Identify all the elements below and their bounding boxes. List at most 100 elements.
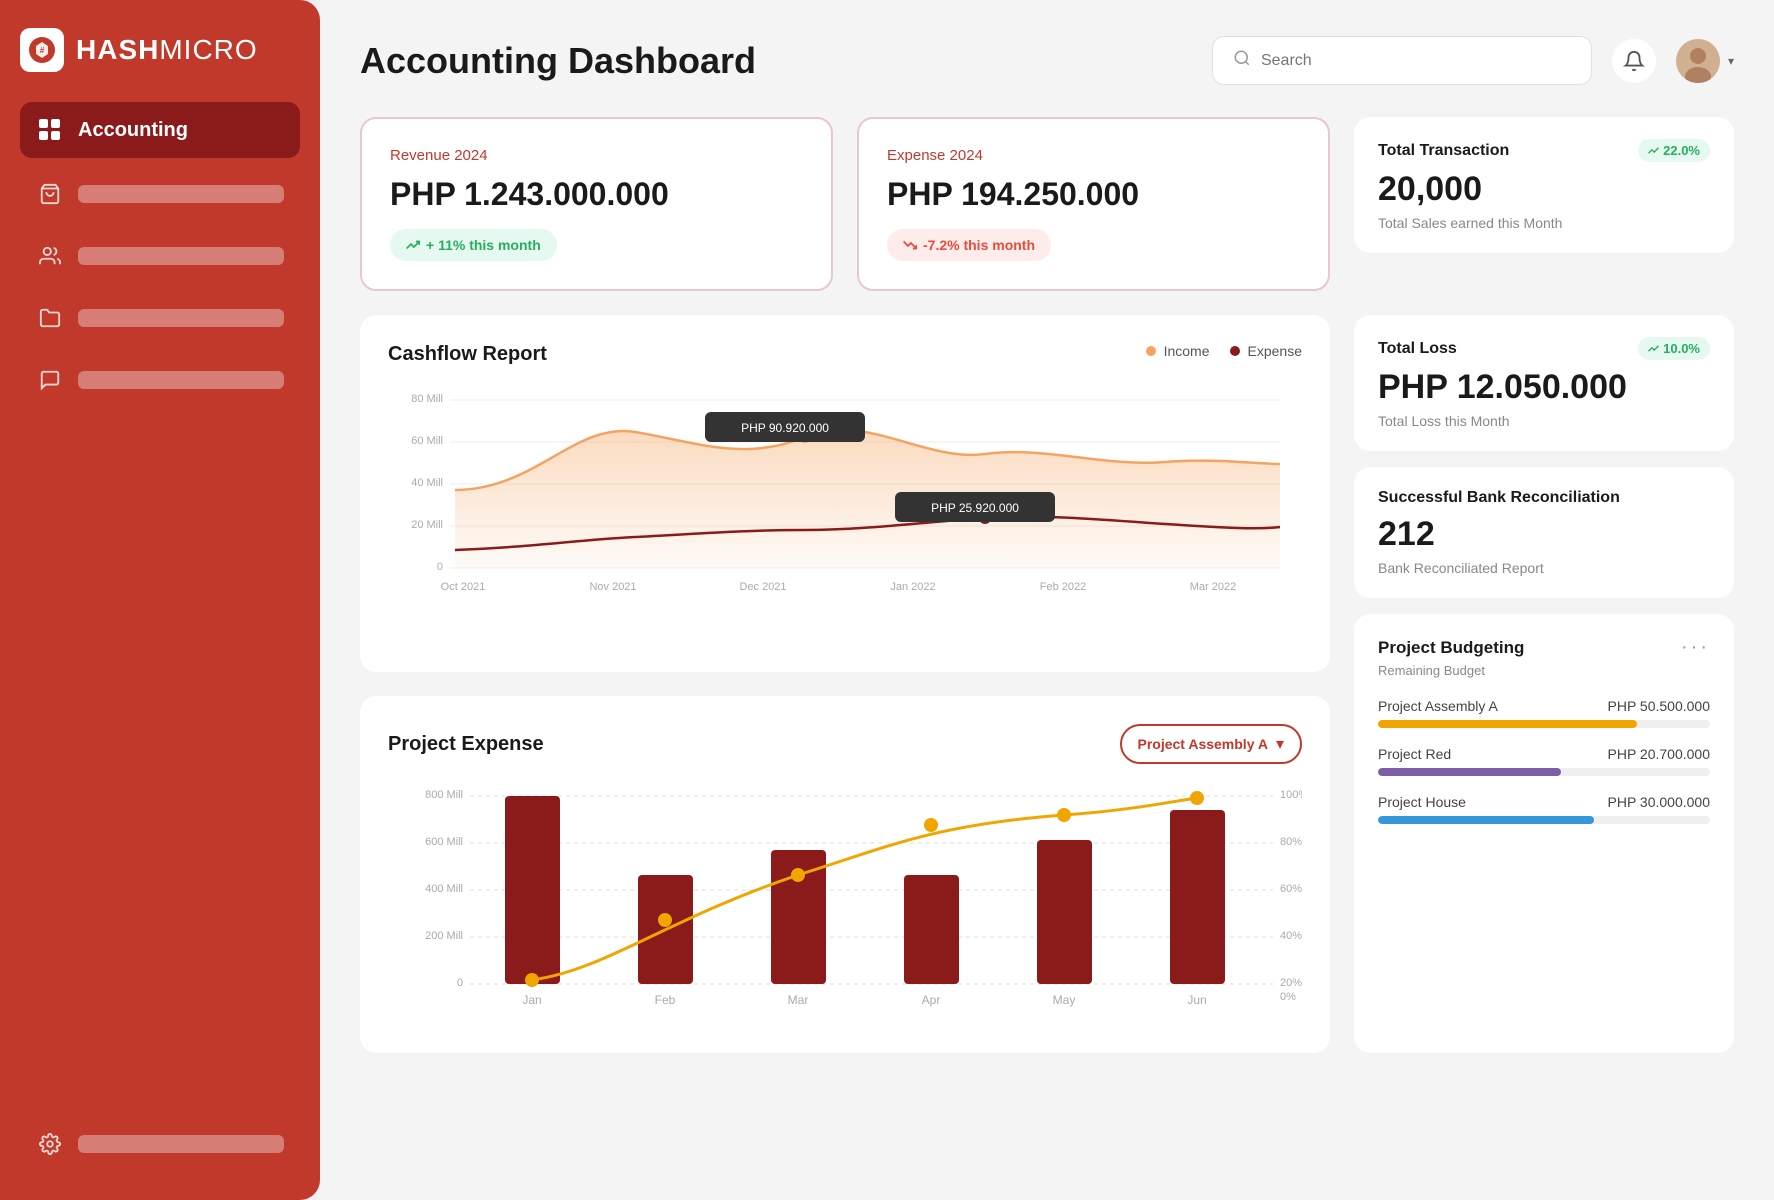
notification-button[interactable] [1612, 39, 1656, 83]
svg-text:400 Mill: 400 Mill [425, 883, 463, 895]
sidebar-item-sales[interactable] [20, 166, 300, 222]
project-expense-svg: 800 Mill 600 Mill 400 Mill 200 Mill 0 10… [388, 780, 1302, 1020]
total-transaction-title: Total Transaction [1378, 142, 1509, 160]
bar-may [1037, 840, 1092, 984]
income-dot [1146, 346, 1156, 356]
total-loss-desc: Total Loss this Month [1378, 413, 1710, 429]
budget-item-value: PHP 50.500.000 [1608, 698, 1711, 714]
total-loss-card: Total Loss 10.0% PHP 12.050.000 Total Lo… [1354, 315, 1734, 451]
sidebar-item-messages[interactable] [20, 352, 300, 408]
project-dropdown[interactable]: Project Assembly A ▾ [1120, 724, 1303, 764]
cashflow-title: Cashflow Report [388, 343, 547, 366]
revenue-label: Revenue 2024 [390, 147, 803, 164]
svg-text:#: # [40, 46, 45, 55]
cashflow-svg: 80 Mill 60 Mill 40 Mill 20 Mill 0 [388, 382, 1302, 602]
svg-text:PHP 90.920.000: PHP 90.920.000 [741, 421, 829, 435]
trend-dot-jan [525, 973, 539, 987]
budget-item-house: Project House PHP 30.000.000 [1378, 794, 1710, 824]
total-loss-value: PHP 12.050.000 [1378, 368, 1710, 407]
cashflow-header: Cashflow Report Income Expense [388, 343, 1302, 366]
svg-text:Nov 2021: Nov 2021 [589, 581, 636, 593]
settings-bar [78, 1135, 284, 1153]
cashflow-chart-card: Cashflow Report Income Expense [360, 315, 1330, 672]
svg-text:20 Mill: 20 Mill [411, 519, 443, 531]
shopping-bag-icon [36, 180, 64, 208]
progress-bar-red [1378, 768, 1561, 776]
expense-value: PHP 194.250.000 [887, 176, 1300, 213]
avatar-button[interactable]: ▾ [1676, 39, 1734, 83]
svg-text:Mar: Mar [788, 993, 809, 1007]
svg-text:Mar 2022: Mar 2022 [1190, 581, 1236, 593]
header-right: ▾ [1212, 36, 1734, 85]
right-column: Total Loss 10.0% PHP 12.050.000 Total Lo… [1354, 315, 1734, 1053]
nav-item-bar [78, 247, 284, 265]
trend-dot-mar [791, 868, 805, 882]
page-title: Accounting Dashboard [360, 40, 756, 82]
budget-subtitle: Remaining Budget [1378, 663, 1710, 678]
sidebar-item-accounting[interactable]: Accounting [20, 102, 300, 158]
svg-text:PHP 25.920.000: PHP 25.920.000 [931, 501, 1019, 515]
budget-item-name: Project Assembly A [1378, 698, 1498, 714]
svg-text:60 Mill: 60 Mill [411, 435, 443, 447]
svg-text:0: 0 [457, 977, 463, 989]
total-loss-badge: 10.0% [1638, 337, 1710, 360]
project-dropdown-label: Project Assembly A [1138, 736, 1268, 752]
nav-item-bar [78, 309, 284, 327]
sidebar-item-contacts[interactable] [20, 228, 300, 284]
budget-item-value: PHP 20.700.000 [1608, 746, 1711, 762]
budget-more-button[interactable]: ··· [1681, 636, 1710, 659]
svg-text:200 Mill: 200 Mill [425, 930, 463, 942]
search-icon [1233, 49, 1251, 72]
expense-dot [1230, 346, 1240, 356]
bank-recon-desc: Bank Reconciliated Report [1378, 560, 1710, 576]
project-expense-header: Project Expense Project Assembly A ▾ [388, 724, 1302, 764]
svg-text:40%: 40% [1280, 930, 1302, 942]
search-box[interactable] [1212, 36, 1592, 85]
sidebar-item-label: Accounting [78, 119, 188, 142]
bar-jan [505, 796, 560, 984]
progress-bar-assembly [1378, 720, 1637, 728]
avatar [1676, 39, 1720, 83]
stats-panel: Total Transaction 22.0% 20,000 Total Sal… [1354, 117, 1734, 291]
top-cards: Revenue 2024 PHP 1.243.000.000 + 11% thi… [360, 117, 1734, 291]
budget-item-name: Project House [1378, 794, 1466, 810]
svg-text:0%: 0% [1280, 991, 1296, 1003]
sidebar-logo: # HASHMICRO [20, 28, 300, 72]
sidebar-item-files[interactable] [20, 290, 300, 346]
logo-icon: # [20, 28, 64, 72]
bank-reconciliation-card: Successful Bank Reconciliation 212 Bank … [1354, 467, 1734, 598]
logo-text: HASHMICRO [76, 34, 258, 66]
trend-dot-apr [924, 818, 938, 832]
trend-dot-jun [1190, 791, 1204, 805]
bank-recon-title: Successful Bank Reconciliation [1378, 489, 1620, 507]
svg-text:Jan 2022: Jan 2022 [890, 581, 935, 593]
total-transaction-card: Total Transaction 22.0% 20,000 Total Sal… [1354, 117, 1734, 253]
svg-text:Oct 2021: Oct 2021 [441, 581, 486, 593]
total-transaction-desc: Total Sales earned this Month [1378, 215, 1710, 231]
budget-item-red: Project Red PHP 20.700.000 [1378, 746, 1710, 776]
nav-item-bar [78, 185, 284, 203]
budget-item-value: PHP 30.000.000 [1608, 794, 1711, 810]
budget-item-name: Project Red [1378, 746, 1451, 762]
trend-dot-may [1057, 808, 1071, 822]
main-content: Accounting Dashboard [320, 0, 1774, 1200]
sidebar-settings[interactable] [20, 1116, 300, 1172]
sidebar: # HASHMICRO Accounting [0, 0, 320, 1200]
expense-card: Expense 2024 PHP 194.250.000 -7.2% this … [857, 117, 1330, 291]
bank-recon-value: 212 [1378, 515, 1710, 554]
search-input[interactable] [1261, 52, 1571, 70]
svg-text:Dec 2021: Dec 2021 [739, 581, 786, 593]
revenue-badge: + 11% this month [390, 229, 557, 261]
budget-item-assembly: Project Assembly A PHP 50.500.000 [1378, 698, 1710, 728]
budget-title: Project Budgeting [1378, 638, 1524, 658]
svg-text:Jun: Jun [1187, 993, 1206, 1007]
svg-text:Feb 2022: Feb 2022 [1040, 581, 1086, 593]
expense-badge: -7.2% this month [887, 229, 1051, 261]
project-expense-card: Project Expense Project Assembly A ▾ 800… [360, 696, 1330, 1053]
cashflow-legend: Income Expense [1146, 343, 1302, 359]
total-loss-title: Total Loss [1378, 340, 1457, 358]
bar-apr [904, 875, 959, 984]
svg-text:40 Mill: 40 Mill [411, 477, 443, 489]
svg-text:600 Mill: 600 Mill [425, 836, 463, 848]
users-icon [36, 242, 64, 270]
